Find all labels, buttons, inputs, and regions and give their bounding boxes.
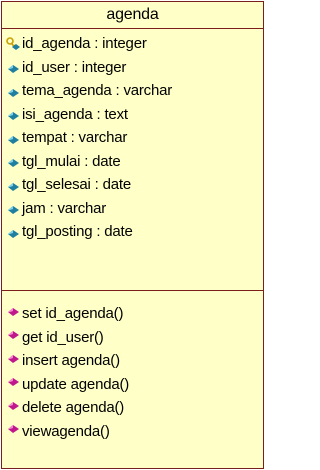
attribute-label: tgl_selesai : date — [22, 176, 131, 193]
attribute-label: tgl_posting : date — [22, 223, 133, 240]
attribute-row[interactable]: tempat : varchar — [2, 126, 263, 150]
operation-icon — [5, 329, 22, 345]
operation-row[interactable]: set id_agenda() — [2, 302, 263, 326]
uml-class-agenda[interactable]: agenda id_agenda : integer id_user : inte… — [1, 1, 264, 469]
attribute-row[interactable]: isi_agenda : text — [2, 103, 263, 127]
attribute-icon — [5, 177, 22, 193]
attribute-label: tgl_mulai : date — [22, 152, 121, 170]
operation-icon — [5, 306, 22, 322]
operation-icon — [5, 353, 22, 369]
attribute-icon — [5, 130, 22, 146]
operation-row[interactable]: insert agenda() — [2, 349, 263, 373]
attribute-label: id_agenda : integer — [22, 35, 147, 52]
attribute-row[interactable]: jam : varchar — [2, 197, 263, 221]
attribute-label: tema_agenda : varchar — [22, 82, 173, 99]
operation-label: set id_agenda() — [22, 305, 124, 322]
attribute-icon — [5, 200, 22, 216]
attribute-row[interactable]: tgl_mulai : date — [2, 150, 263, 174]
operations-compartment: set id_agenda()get id_user()insert agend… — [2, 291, 263, 443]
operation-row[interactable]: viewagenda() — [2, 420, 263, 444]
key-attribute-icon — [5, 36, 22, 52]
attributes-compartment: id_agenda : integer id_user : integer tema… — [2, 29, 263, 291]
attribute-row[interactable]: tgl_posting : date — [2, 220, 263, 244]
operation-label: insert agenda() — [22, 352, 120, 369]
operation-label: get id_user() — [22, 328, 104, 346]
attribute-label: jam : varchar — [22, 199, 107, 217]
operation-label: delete agenda() — [22, 399, 125, 416]
attribute-icon — [5, 83, 22, 99]
attribute-icon — [5, 224, 22, 240]
attribute-row[interactable]: id_agenda : integer — [2, 32, 263, 56]
operation-row[interactable]: get id_user() — [2, 326, 263, 350]
operation-label: viewagenda() — [22, 422, 110, 440]
class-name: agenda — [2, 2, 263, 29]
attribute-label: tempat : varchar — [22, 129, 128, 146]
attribute-row[interactable]: tgl_selesai : date — [2, 173, 263, 197]
attribute-icon — [5, 106, 22, 122]
attribute-row[interactable]: id_user : integer — [2, 56, 263, 80]
operation-icon — [5, 376, 22, 392]
operation-icon — [5, 400, 22, 416]
attribute-label: isi_agenda : text — [22, 105, 128, 123]
attribute-row[interactable]: tema_agenda : varchar — [2, 79, 263, 103]
attribute-label: id_user : integer — [22, 58, 127, 76]
operation-row[interactable]: update agenda() — [2, 373, 263, 397]
operation-row[interactable]: delete agenda() — [2, 396, 263, 420]
attribute-icon — [5, 153, 22, 169]
operation-icon — [5, 423, 22, 439]
attribute-icon — [5, 59, 22, 75]
operation-label: update agenda() — [22, 375, 130, 393]
